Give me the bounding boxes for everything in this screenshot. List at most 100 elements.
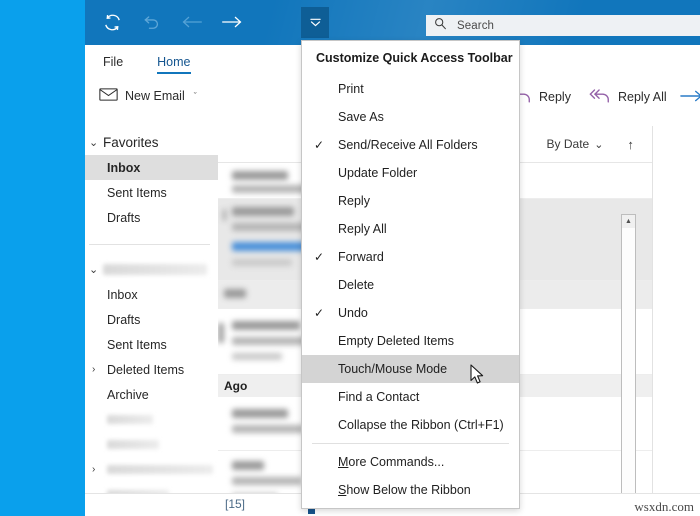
inbox-label: Inbox (107, 287, 138, 302)
menu-item-label: Save As (338, 110, 384, 124)
title-bar: Search (85, 0, 700, 45)
sender-redacted (232, 321, 300, 330)
tab-home[interactable]: Home (145, 45, 202, 78)
sidebar-item-favorites-inbox[interactable]: Inbox (85, 155, 218, 180)
customize-quick-access-toolbar-menu[interactable]: Customize Quick Access Toolbar Print Sav… (301, 40, 520, 509)
forward-arrow-icon (680, 88, 700, 107)
account-name-redacted (103, 264, 207, 275)
page-marker: [15] (225, 497, 246, 511)
back-arrow-icon[interactable] (177, 8, 207, 36)
new-email-button[interactable]: New Email ˇ (99, 87, 197, 105)
menu-item-more-commands[interactable]: More Commands... (302, 448, 519, 476)
sidebar-item-sent-items[interactable]: Sent Items (85, 332, 218, 357)
menu-item-label: Reply (338, 194, 370, 208)
menu-item-label: Delete (338, 278, 375, 292)
menu-item-label: Show Below the Ribbon (338, 483, 471, 497)
sender-redacted (232, 409, 288, 418)
folder-pane[interactable]: ⌄ Favorites Inbox Sent Items Drafts ⌄ In… (85, 126, 219, 516)
menu-item-undo[interactable]: ✓ Undo (302, 299, 519, 327)
menu-item-label: Collapse the Ribbon (Ctrl+F1) (338, 418, 504, 432)
chevron-right-icon[interactable]: › (92, 464, 104, 475)
menu-item-label: Empty Deleted Items (338, 334, 455, 348)
menu-item-label: Reply All (338, 222, 387, 236)
menu-item-label: Print (338, 82, 364, 96)
sidebar-item-redacted-2[interactable] (85, 432, 218, 457)
forward-button[interactable] (680, 88, 700, 107)
folder-pane-divider (89, 244, 210, 245)
unread-indicator (218, 323, 224, 343)
favorites-drafts-label: Drafts (107, 210, 141, 225)
search-icon (434, 17, 447, 35)
scroll-up-arrow-icon[interactable]: ▲ (622, 215, 635, 229)
menu-item-print[interactable]: Print (302, 75, 519, 103)
folder-name-redacted (107, 415, 153, 424)
menu-item-save-as[interactable]: Save As (302, 103, 519, 131)
menu-item-forward[interactable]: ✓ Forward (302, 243, 519, 271)
desktop-background: Search File Home er Help (0, 0, 700, 516)
menu-item-collapse-the-ribbon[interactable]: Collapse the Ribbon (Ctrl+F1) (302, 411, 519, 439)
menu-item-touch-mouse-mode[interactable]: Touch/Mouse Mode (302, 355, 519, 383)
sender-redacted (224, 289, 246, 298)
undo-icon[interactable] (137, 8, 167, 36)
tab-file[interactable]: File (91, 45, 135, 78)
tab-file-label: File (103, 54, 124, 69)
message-group-label: Ago (224, 379, 248, 393)
reading-pane (653, 126, 700, 516)
menu-divider (312, 443, 509, 444)
drafts-label: Drafts (107, 312, 141, 327)
menu-item-send-receive-all-folders[interactable]: ✓ Send/Receive All Folders (302, 131, 519, 159)
sidebar-item-archive[interactable]: Archive (85, 382, 218, 407)
menu-item-label: Undo (338, 306, 368, 320)
search-input[interactable]: Search (426, 15, 700, 36)
unread-indicator (223, 209, 226, 221)
customize-quick-access-toolbar-button[interactable] (301, 7, 329, 38)
menu-item-delete[interactable]: Delete (302, 271, 519, 299)
sidebar-item-redacted-1[interactable] (85, 407, 218, 432)
preview-redacted (232, 353, 282, 360)
menu-item-empty-deleted-items[interactable]: Empty Deleted Items (302, 327, 519, 355)
new-email-label: New Email (125, 89, 185, 103)
folder-group-favorites[interactable]: ⌄ Favorites (85, 130, 218, 155)
menu-item-label: Update Folder (338, 166, 418, 180)
reply-label: Reply (539, 90, 571, 104)
folder-name-redacted (107, 440, 159, 449)
archive-label: Archive (107, 387, 149, 402)
sender-redacted (232, 207, 294, 216)
subject-redacted (232, 337, 310, 345)
menu-item-show-below-the-ribbon[interactable]: Show Below the Ribbon (302, 476, 519, 504)
menu-item-label: Find a Contact (338, 390, 420, 404)
scrollbar-track[interactable] (622, 228, 635, 512)
menu-item-update-folder[interactable]: Update Folder (302, 159, 519, 187)
chevron-down-icon[interactable]: ⌄ (89, 263, 101, 276)
sort-by-date-dropdown[interactable]: By Date ⌄ (547, 137, 604, 151)
sender-redacted (232, 461, 264, 470)
reply-button[interactable]: Reply (512, 87, 571, 107)
forward-arrow-icon[interactable] (217, 8, 247, 36)
new-email-caret[interactable]: ˇ (194, 91, 197, 101)
sidebar-item-deleted-items[interactable]: › Deleted Items (85, 357, 218, 382)
folder-name-redacted (107, 465, 213, 474)
folder-group-account[interactable]: ⌄ (85, 257, 218, 282)
favorites-label: Favorites (103, 135, 159, 150)
reply-all-button[interactable]: Reply All (589, 87, 667, 107)
send-receive-sync-icon[interactable] (97, 8, 127, 36)
favorites-sent-items-label: Sent Items (107, 185, 167, 200)
message-list-scrollbar[interactable]: ▲ (621, 214, 636, 513)
menu-item-reply[interactable]: Reply (302, 187, 519, 215)
sidebar-item-favorites-drafts[interactable]: Drafts (85, 205, 218, 230)
sidebar-item-favorites-sent-items[interactable]: Sent Items (85, 180, 218, 205)
deleted-items-label: Deleted Items (107, 362, 185, 377)
tab-home-label: Home (157, 54, 191, 69)
sidebar-item-inbox[interactable]: Inbox (85, 282, 218, 307)
chevron-down-icon: ⌄ (594, 138, 604, 151)
sidebar-item-redacted-3[interactable]: › (85, 457, 218, 482)
sidebar-item-drafts[interactable]: Drafts (85, 307, 218, 332)
sort-direction-icon[interactable]: ↑ (627, 137, 634, 152)
menu-item-reply-all[interactable]: Reply All (302, 215, 519, 243)
chevron-down-icon[interactable]: ⌄ (89, 136, 101, 149)
check-icon: ✓ (314, 138, 325, 152)
preview-redacted (232, 259, 292, 266)
chevron-right-icon[interactable]: › (92, 364, 104, 375)
menu-item-find-a-contact[interactable]: Find a Contact (302, 383, 519, 411)
check-icon: ✓ (314, 250, 325, 264)
